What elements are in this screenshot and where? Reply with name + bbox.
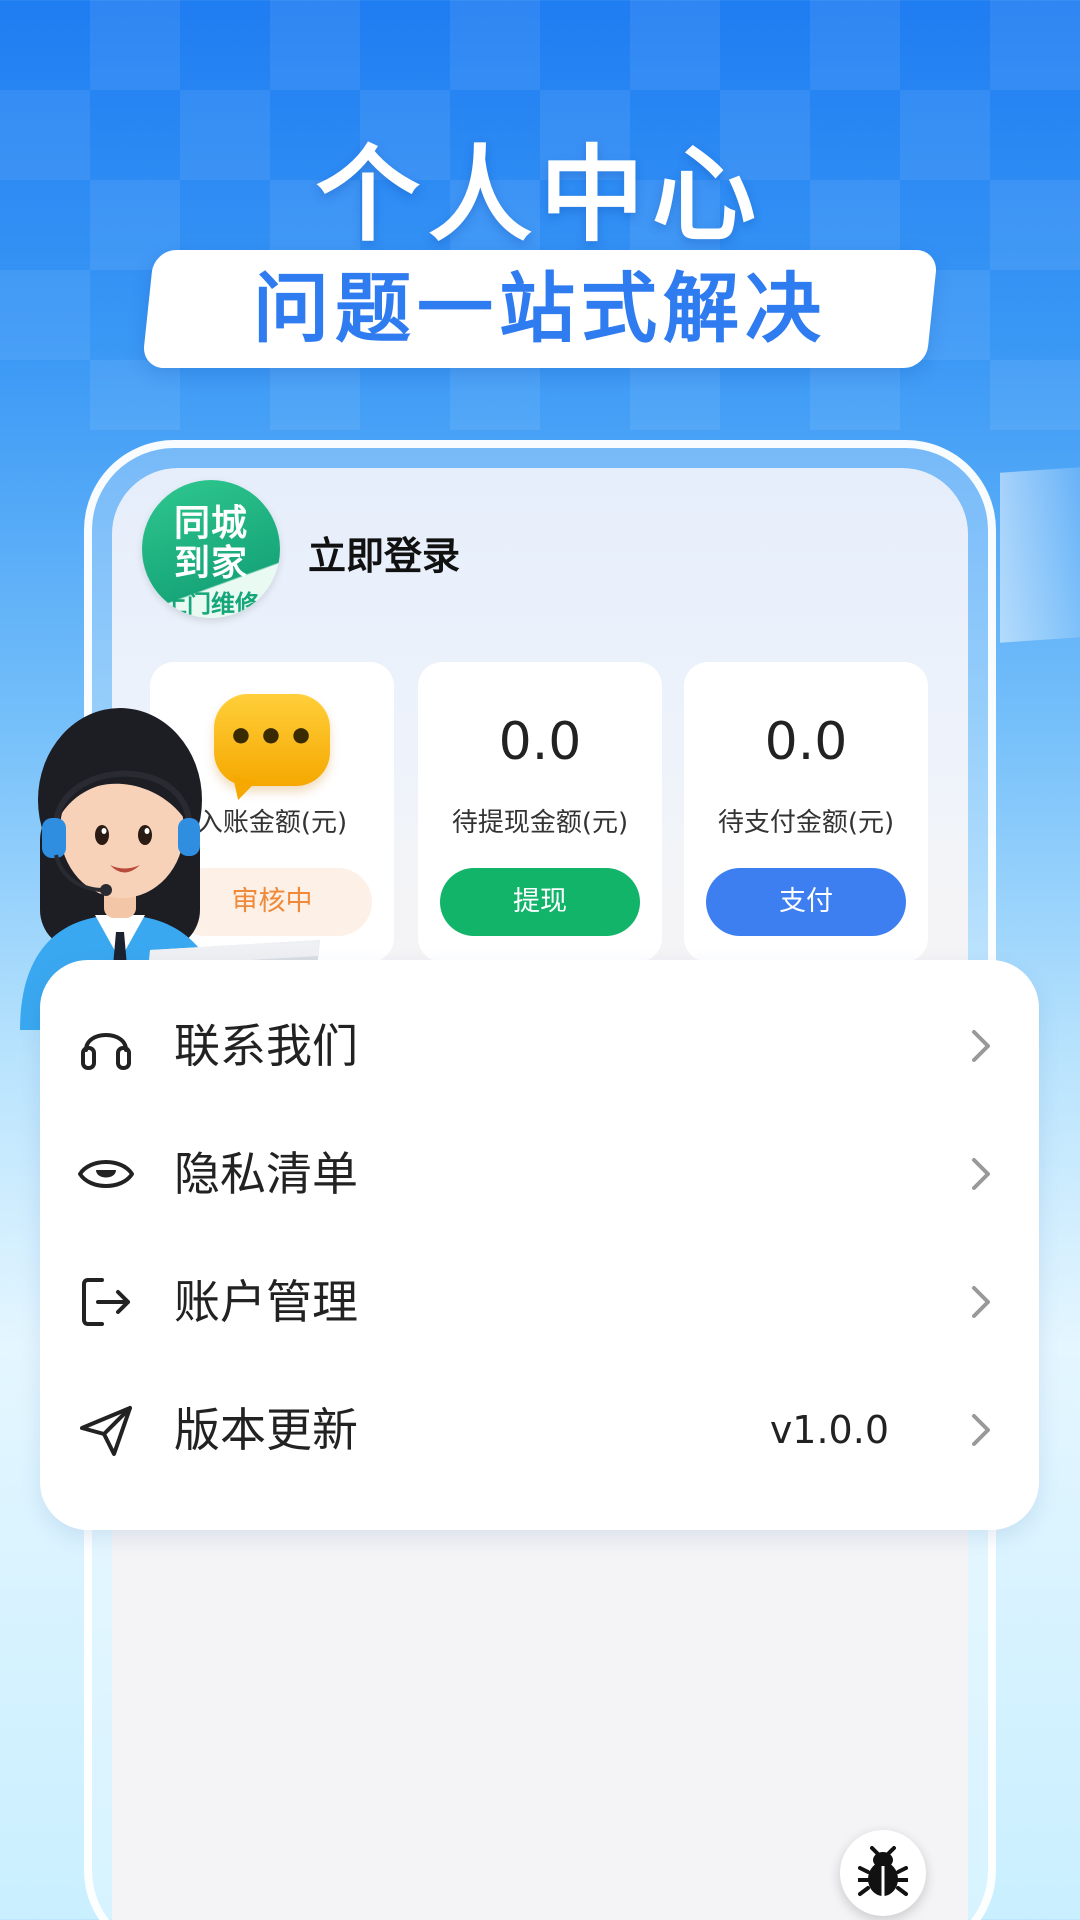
eye-icon (78, 1160, 134, 1188)
settings-menu-card: 联系我们 隐私清单 账户管理 版本更新 v1.0.0 (40, 960, 1039, 1530)
login-link[interactable]: 立即登录 (308, 525, 460, 580)
slogan-banner-text: 问题一站式解决 (253, 264, 827, 353)
logo-text-line3: 上门维修 (163, 590, 259, 618)
page-headline: 个人中心 (315, 134, 764, 256)
app-logo-avatar[interactable]: 同城 到家 上门维修 (142, 480, 280, 618)
menu-label-version-update: 版本更新 (174, 1403, 358, 1457)
menu-label-contact-us: 联系我们 (174, 1019, 358, 1073)
headset-icon (81, 1033, 131, 1070)
send-icon (80, 1406, 132, 1456)
logo-text-line2: 到家 (173, 543, 248, 584)
chevron-right-icon (972, 1158, 990, 1190)
stat-value-pay: 0.0 (764, 712, 848, 772)
menu-item-privacy-list[interactable]: 隐私清单 (40, 1110, 1039, 1238)
logout-icon (82, 1278, 130, 1326)
menu-item-account-management[interactable]: 账户管理 (40, 1238, 1039, 1366)
chevron-right-icon (972, 1414, 990, 1446)
withdraw-button[interactable]: 提现 (440, 868, 640, 936)
menu-label-account-management: 账户管理 (174, 1275, 358, 1329)
stat-label-pay: 待支付金额(元) (717, 808, 895, 838)
bug-icon (858, 1846, 908, 1896)
chevron-right-icon (972, 1286, 990, 1318)
stat-card-withdraw: 0.0 待提现金额(元) 提现 (418, 662, 662, 962)
pay-button[interactable]: 支付 (706, 868, 906, 936)
stat-value-withdraw: 0.0 (498, 712, 582, 772)
menu-item-version-update[interactable]: 版本更新 v1.0.0 (40, 1366, 1039, 1494)
stat-label-withdraw: 待提现金额(元) (451, 808, 629, 838)
debug-button[interactable] (840, 1830, 926, 1916)
app-version-value: v1.0.0 (769, 1408, 889, 1452)
stat-card-pay: 0.0 待支付金额(元) 支付 (684, 662, 928, 962)
chevron-right-icon (972, 1030, 990, 1062)
menu-item-contact-us[interactable]: 联系我们 (40, 982, 1039, 1110)
menu-label-privacy-list: 隐私清单 (174, 1147, 358, 1201)
decorative-side-tiles (1000, 467, 1080, 643)
